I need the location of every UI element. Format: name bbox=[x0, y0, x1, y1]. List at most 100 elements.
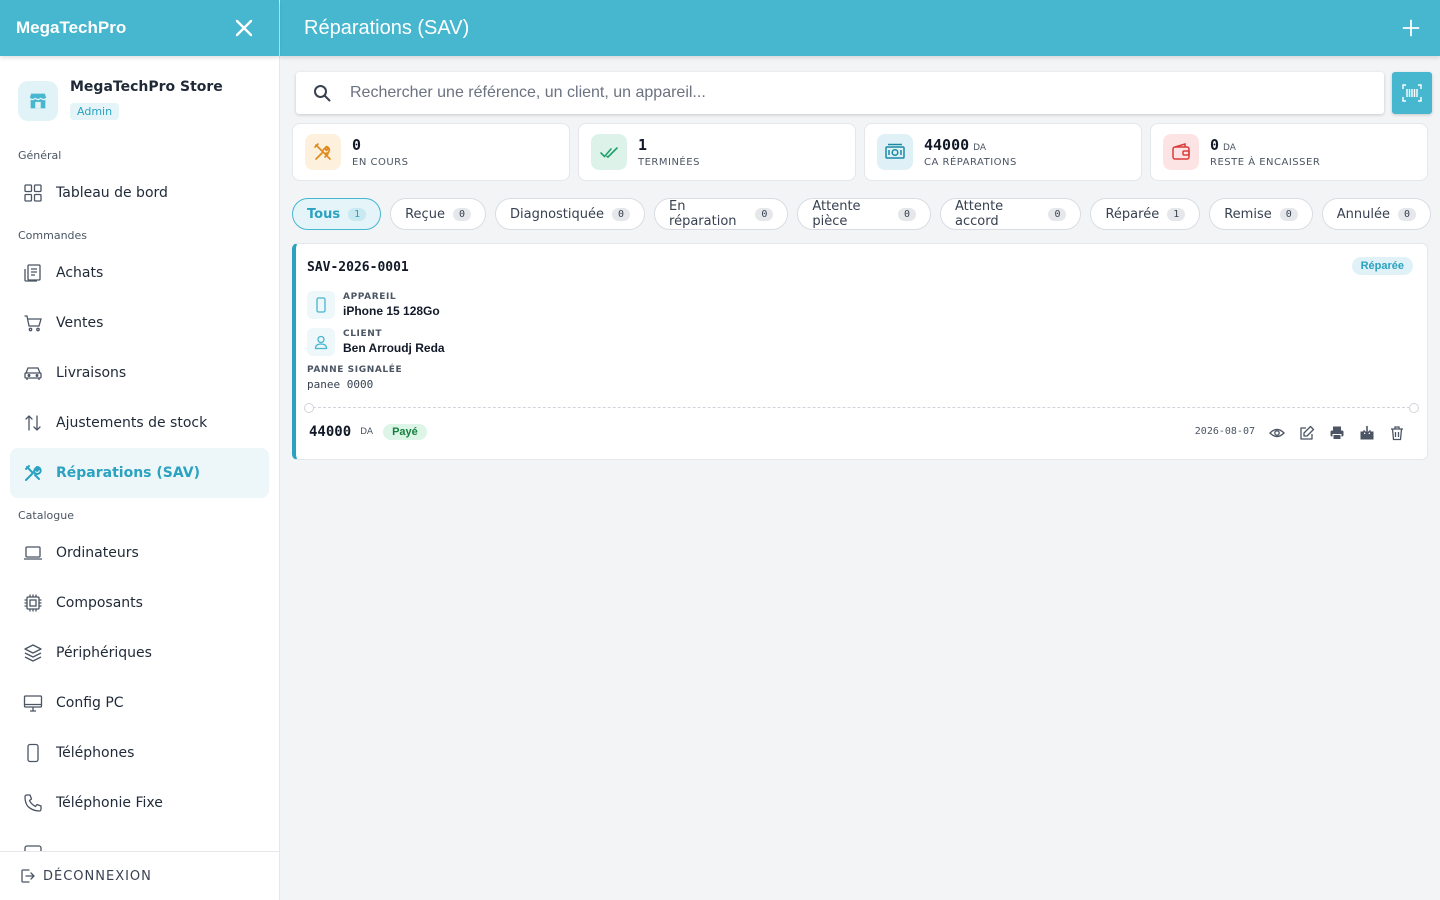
edit-button[interactable] bbox=[1297, 423, 1317, 443]
stat-value: 0 bbox=[1210, 136, 1220, 154]
download-button[interactable] bbox=[1357, 423, 1377, 443]
stat-label: RESTE À ENCAISSER bbox=[1210, 157, 1321, 168]
chip-count: 0 bbox=[612, 207, 631, 221]
sidebar-nav: MegaTechPro Store Admin Général Tableau … bbox=[0, 56, 279, 851]
sidebar-item-telephones[interactable]: Téléphones bbox=[10, 728, 269, 778]
store-name: MegaTechPro Store bbox=[70, 79, 223, 95]
stat-value: 1 bbox=[638, 136, 648, 154]
close-sidebar-button[interactable] bbox=[233, 17, 255, 39]
sidebar-item-label: Tableau de bord bbox=[56, 185, 168, 201]
sidebar-item-label: Ventes bbox=[56, 315, 104, 331]
search-input[interactable] bbox=[350, 84, 1330, 102]
sidebar-item-reparations[interactable]: Réparations (SAV) bbox=[10, 448, 269, 498]
close-icon bbox=[235, 19, 253, 37]
tools-icon bbox=[22, 462, 44, 484]
stat-label: CA RÉPARATIONS bbox=[924, 157, 1017, 168]
sidebar-item-label: Ajustements de stock bbox=[56, 415, 208, 431]
stat-reste: 0 DA RESTE À ENCAISSER bbox=[1150, 123, 1428, 181]
client-value: Ben Arroudj Reda bbox=[343, 341, 445, 355]
sidebar-item-config-pc[interactable]: Config PC bbox=[10, 678, 269, 728]
issue-field: PANNE SIGNALÉE panee 0000 bbox=[307, 365, 402, 391]
device-field: APPAREIL iPhone 15 128Go bbox=[307, 291, 440, 319]
status-badge: Réparée bbox=[1351, 257, 1413, 275]
laptop-icon bbox=[22, 542, 44, 564]
view-button[interactable] bbox=[1267, 423, 1287, 443]
sidebar-item-ventes[interactable]: Ventes bbox=[10, 298, 269, 348]
cash-icon bbox=[877, 134, 913, 170]
role-badge: Admin bbox=[70, 103, 120, 120]
filter-chip-annulee[interactable]: Annulée 0 bbox=[1321, 198, 1432, 230]
chip-count: 1 bbox=[348, 207, 367, 221]
sidebar-item-label: Livraisons bbox=[56, 365, 127, 381]
filter-chip-attente-piece[interactable]: Attente pièce 0 bbox=[797, 198, 931, 230]
stat-value: 0 bbox=[352, 136, 362, 154]
sidebar-item-ajustements[interactable]: Ajustements de stock bbox=[10, 398, 269, 448]
stat-label: TERMINÉES bbox=[638, 157, 700, 168]
sidebar-item-label: Téléphones bbox=[56, 745, 135, 761]
delete-button[interactable] bbox=[1387, 423, 1407, 443]
filter-chip-recue[interactable]: Reçue 0 bbox=[390, 198, 486, 230]
chip-label: Diagnostiquée bbox=[509, 206, 604, 222]
chip-icon bbox=[22, 592, 44, 614]
filter-chip-remise[interactable]: Remise 0 bbox=[1209, 198, 1313, 230]
section-commandes: Commandes bbox=[18, 229, 88, 242]
filter-chip-en-reparation[interactable]: En réparation 0 bbox=[654, 198, 789, 230]
sidebar-item-composants[interactable]: Composants bbox=[10, 578, 269, 628]
sidebar-item-ordinateurs[interactable]: Ordinateurs bbox=[10, 528, 269, 578]
chip-label: Attente accord bbox=[954, 199, 1004, 229]
sidebar-item-telephonie-fixe[interactable]: Téléphonie Fixe bbox=[10, 778, 269, 828]
arrows-swap-icon bbox=[22, 412, 44, 434]
filter-chip-reparee[interactable]: Réparée 1 bbox=[1090, 198, 1201, 230]
chip-label: Reçue bbox=[405, 206, 445, 222]
store-icon bbox=[18, 81, 58, 121]
sidebar-item-label: Réparations (SAV) bbox=[56, 465, 200, 481]
filter-chip-tous[interactable]: Tous 1 bbox=[292, 198, 382, 230]
chip-label: Tous bbox=[307, 206, 341, 222]
smartphone-icon bbox=[22, 742, 44, 764]
stat-value-wrap: 44000 DA bbox=[924, 136, 1017, 154]
receipt-icon bbox=[22, 262, 44, 284]
sidebar-item-livraisons[interactable]: Livraisons bbox=[10, 348, 269, 398]
stat-terminees: 1 TERMINÉES bbox=[578, 123, 856, 181]
logout-label: DÉCONNEXION bbox=[43, 868, 152, 884]
chip-label: Remise bbox=[1224, 206, 1272, 222]
sidebar-item-peripheriques[interactable]: Périphériques bbox=[10, 628, 269, 678]
wallet-icon bbox=[1163, 134, 1199, 170]
add-repair-button[interactable] bbox=[1400, 17, 1422, 39]
chip-count: 0 bbox=[1048, 207, 1067, 221]
search-bar bbox=[296, 72, 1384, 114]
sidebar-item-achats[interactable]: Achats bbox=[10, 248, 269, 298]
chip-count: 1 bbox=[1167, 207, 1186, 221]
chip-label: En réparation bbox=[669, 199, 737, 229]
chip-label: Annulée bbox=[1336, 206, 1390, 222]
chip-count: 0 bbox=[897, 207, 916, 221]
sidebar-item-more[interactable] bbox=[10, 828, 269, 851]
amount-unit: DA bbox=[360, 427, 374, 437]
filter-chip-attente-accord[interactable]: Attente accord 0 bbox=[939, 198, 1082, 230]
sidebar-item-label: Périphériques bbox=[56, 645, 152, 661]
chip-label: Attente pièce bbox=[812, 199, 861, 229]
stat-label: EN COURS bbox=[352, 157, 409, 168]
logout-button[interactable]: DÉCONNEXION bbox=[0, 851, 279, 900]
chip-count: 0 bbox=[1397, 207, 1417, 221]
sidebar-item-label: Config PC bbox=[56, 695, 124, 711]
stat-en-cours: 0 EN COURS bbox=[292, 123, 570, 181]
filter-chip-diagnostiquee[interactable]: Diagnostiquée 0 bbox=[494, 198, 646, 230]
print-button[interactable] bbox=[1327, 423, 1347, 443]
sidebar: MegaTechPro MegaTechPro Store Admin Géné… bbox=[0, 0, 280, 900]
amount-value: 44000 bbox=[309, 424, 352, 440]
barcode-scan-icon bbox=[1402, 84, 1422, 102]
trash-icon bbox=[1391, 426, 1403, 441]
sidebar-item-label: Ordinateurs bbox=[56, 545, 139, 561]
search-icon bbox=[314, 85, 331, 102]
sidebar-item-dashboard[interactable]: Tableau de bord bbox=[10, 168, 269, 218]
store-card: MegaTechPro Store Admin bbox=[0, 56, 279, 144]
sidebar-item-label: Téléphonie Fixe bbox=[56, 795, 163, 811]
client-label: CLIENT bbox=[343, 329, 383, 339]
barcode-scan-button[interactable] bbox=[1392, 72, 1432, 114]
repair-card[interactable]: SAV-2026-0001 Réparée APPAREIL iPhone 15… bbox=[292, 243, 1428, 460]
sidebar-header: MegaTechPro bbox=[0, 0, 279, 56]
download-icon bbox=[1360, 425, 1374, 440]
stat-value: 44000 bbox=[924, 136, 970, 154]
dashboard-icon bbox=[22, 182, 44, 204]
